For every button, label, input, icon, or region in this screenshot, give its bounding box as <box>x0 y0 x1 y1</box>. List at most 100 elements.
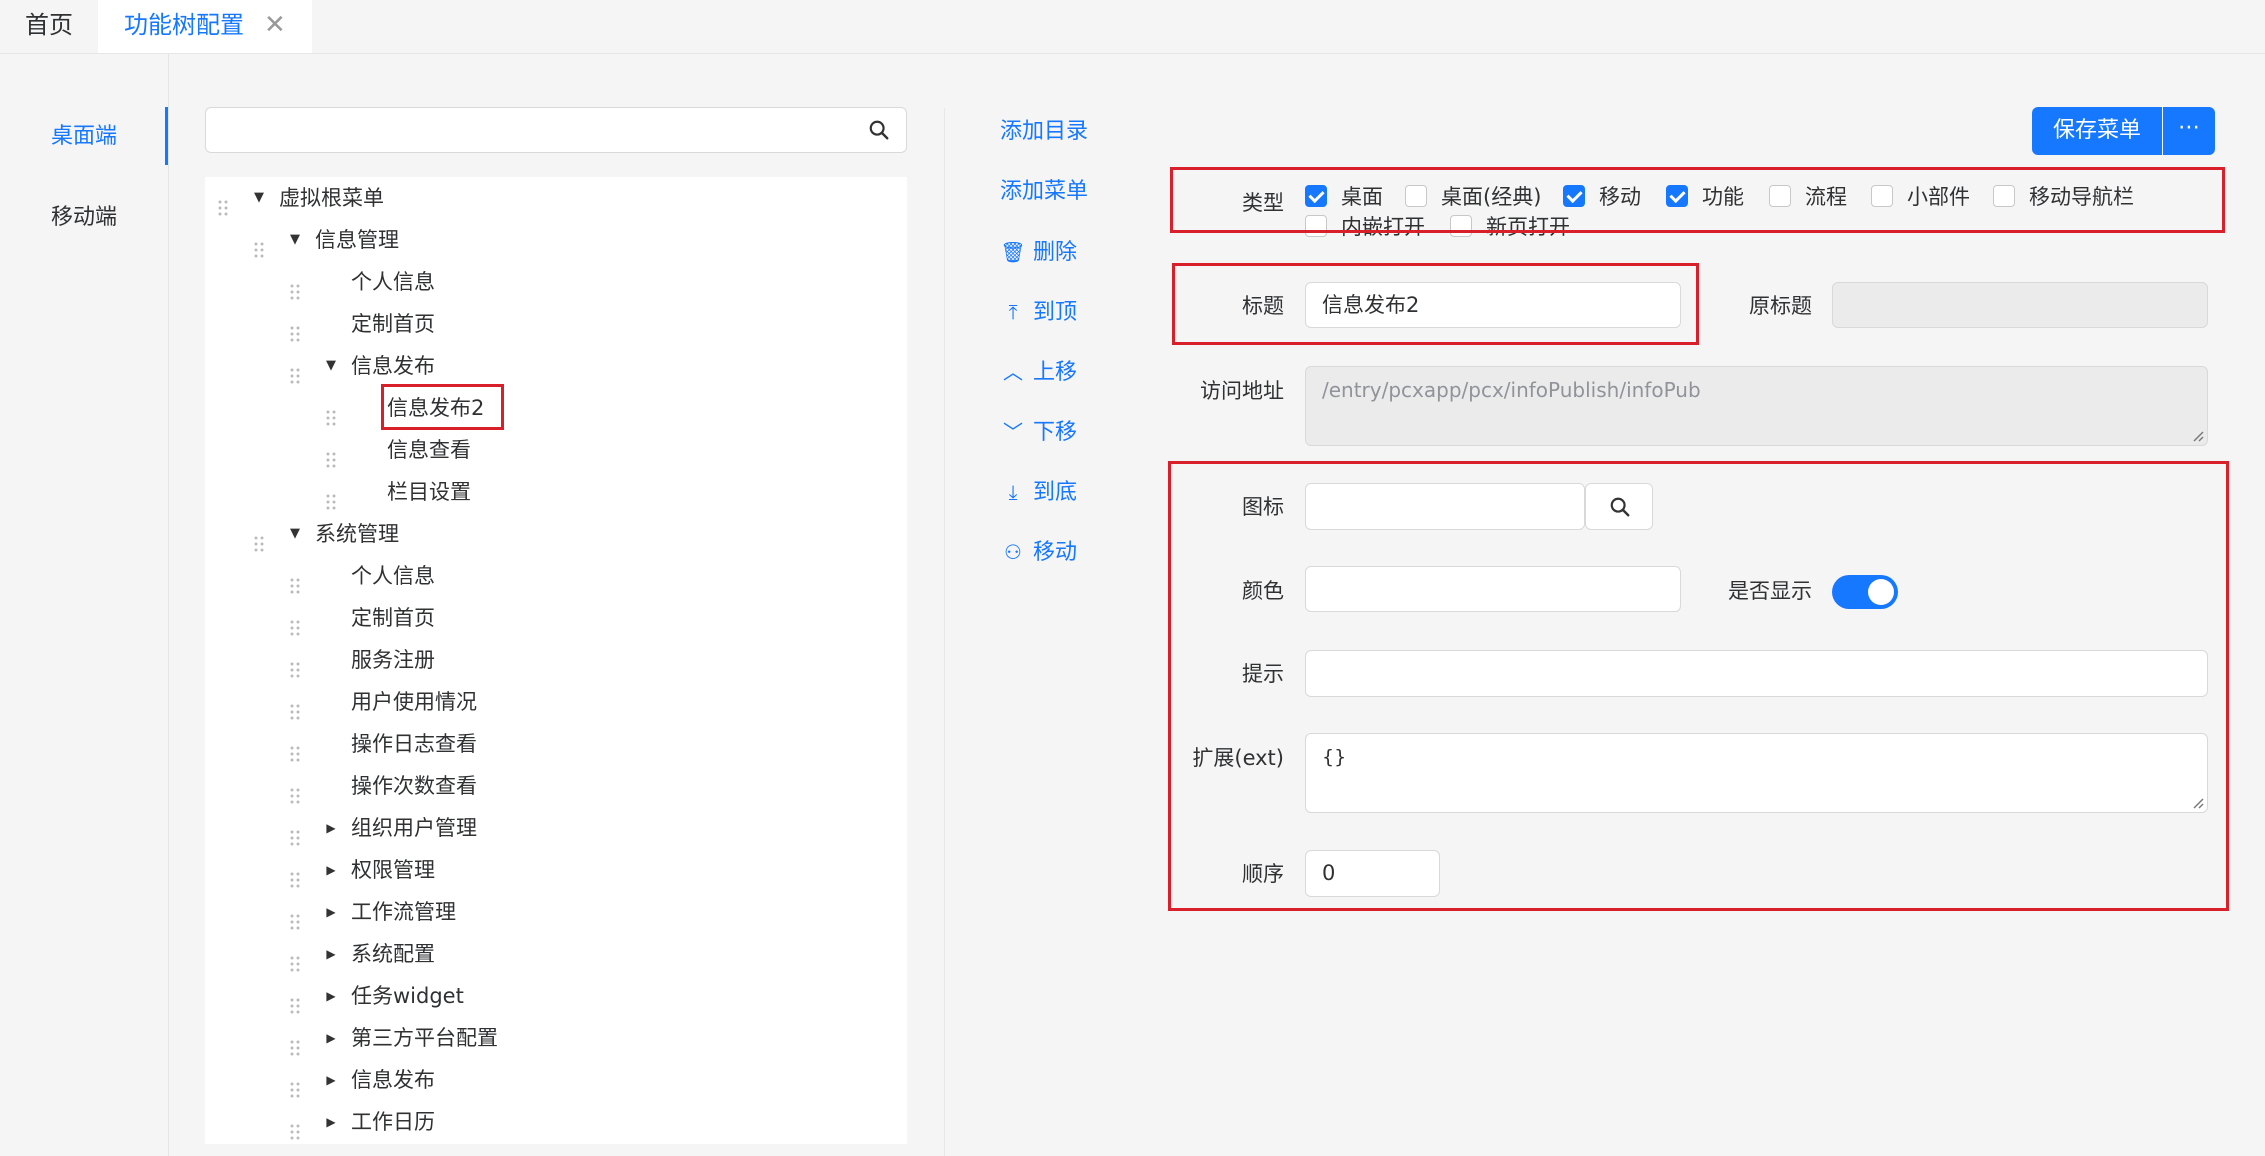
sidenav-item-desktop[interactable]: 桌面端 <box>0 97 168 177</box>
drag-handle-icon[interactable] <box>289 819 301 846</box>
tree-node-root[interactable]: ▼ 虚拟根菜单 <box>205 177 907 219</box>
close-icon[interactable]: ✕ <box>264 0 286 51</box>
tree-node-leaf[interactable]: 定制首页 <box>205 303 907 345</box>
tree-node-label: 系统配置 <box>351 942 435 966</box>
highlight-title-row <box>1172 263 1699 345</box>
tree-node-collapsed[interactable]: ▶ 信息发布 <box>205 1059 907 1101</box>
chevron-up-icon: ︿ <box>1003 360 1023 384</box>
move-up-label: 上移 <box>1033 360 1078 385</box>
tree-node-leaf[interactable]: 用户使用情况 <box>205 681 907 723</box>
search-input[interactable] <box>216 112 840 150</box>
tree-node-sys-mgmt[interactable]: ▼ 系统管理 <box>205 513 907 555</box>
tree-node-collapsed[interactable]: ▶ 权限管理 <box>205 849 907 891</box>
tree-node-collapsed[interactable]: ▶ 任务widget <box>205 975 907 1017</box>
move-button[interactable]: ⚇ 移动 <box>1000 536 1077 568</box>
tab-function-tree-config[interactable]: 功能树配置 ✕ <box>98 0 312 53</box>
tree-node-leaf[interactable]: 个人信息 <box>205 261 907 303</box>
side-nav: 桌面端 移动端 <box>0 54 169 1156</box>
tree-node-label: 个人信息 <box>351 270 435 294</box>
drag-handle-icon[interactable] <box>289 777 301 804</box>
tree-node-collapsed[interactable]: ▶ 第三方平台配置 <box>205 1017 907 1059</box>
caret-right-icon[interactable]: ▶ <box>321 933 341 975</box>
drag-handle-icon[interactable] <box>217 189 229 216</box>
caret-down-icon[interactable]: ▼ <box>285 513 305 555</box>
tree-node-label: 工作日历 <box>351 1110 435 1134</box>
resize-handle-icon[interactable] <box>2192 430 2204 442</box>
tab-label: 功能树配置 <box>124 11 244 39</box>
drag-handle-icon[interactable] <box>289 1071 301 1098</box>
tree-node-leaf[interactable]: 栏目设置 <box>205 471 907 513</box>
add-menu-button[interactable]: 添加菜单 <box>1000 176 1088 208</box>
drag-handle-icon[interactable] <box>289 567 301 594</box>
drag-handle-icon[interactable] <box>289 1029 301 1056</box>
caret-right-icon[interactable]: ▶ <box>321 1059 341 1101</box>
caret-right-icon[interactable]: ▶ <box>321 1101 341 1143</box>
tree-node-label: 定制首页 <box>351 606 435 630</box>
tree-node-leaf[interactable]: 定制首页 <box>205 597 907 639</box>
tree-node-label: 组织用户管理 <box>351 816 477 840</box>
tree-node-label: 服务注册 <box>351 648 435 672</box>
move-to-top-button[interactable]: ⤒ 到顶 <box>1000 296 1077 328</box>
sidenav-item-mobile[interactable]: 移动端 <box>0 178 168 258</box>
user-icon: ⚇ <box>1004 540 1022 564</box>
drag-handle-icon[interactable] <box>289 273 301 300</box>
search-icon[interactable] <box>868 119 890 141</box>
drag-handle-icon[interactable] <box>289 861 301 888</box>
url-label: 访问地址 <box>1200 379 1284 403</box>
tree-node-leaf[interactable]: 信息发布2 <box>205 387 907 429</box>
drag-handle-icon[interactable] <box>289 357 301 384</box>
caret-right-icon[interactable]: ▶ <box>321 1017 341 1059</box>
caret-right-icon[interactable]: ▶ <box>321 807 341 849</box>
drag-handle-icon[interactable] <box>289 987 301 1014</box>
tree-node-collapsed[interactable]: ▶ 工作流管理 <box>205 891 907 933</box>
tree-node-collapsed[interactable]: ▶ 组织用户管理 <box>205 807 907 849</box>
tree-node-collapsed[interactable]: ▶ 系统配置 <box>205 933 907 975</box>
tree-node-collapsed[interactable]: ▶ 工作日历 <box>205 1101 907 1143</box>
drag-handle-icon[interactable] <box>325 483 337 510</box>
tree-node-leaf[interactable]: 操作次数查看 <box>205 765 907 807</box>
tree-node-info-mgmt[interactable]: ▼ 信息管理 <box>205 219 907 261</box>
drag-handle-icon[interactable] <box>253 231 265 258</box>
move-up-button[interactable]: ︿ 上移 <box>1000 356 1077 388</box>
to-bottom-label: 到底 <box>1033 480 1078 505</box>
tree-node-label: 操作日志查看 <box>351 732 477 756</box>
tree-node-leaf[interactable]: 信息查看 <box>205 429 907 471</box>
move-to-bottom-button[interactable]: ⤓ 到底 <box>1000 476 1077 508</box>
drag-handle-icon[interactable] <box>289 315 301 342</box>
delete-button[interactable]: 🗑︎ 删除 <box>1000 236 1077 268</box>
drag-handle-icon[interactable] <box>289 903 301 930</box>
caret-right-icon[interactable]: ▶ <box>321 891 341 933</box>
tree-node-label: 信息发布 <box>351 1068 435 1092</box>
add-directory-button[interactable]: 添加目录 <box>1000 116 1088 148</box>
to-bottom-icon: ⤓ <box>1008 480 1018 504</box>
caret-down-icon[interactable]: ▼ <box>285 219 305 261</box>
caret-right-icon[interactable]: ▶ <box>321 975 341 1017</box>
original-title-label: 原标题 <box>1749 294 1812 318</box>
drag-handle-icon[interactable] <box>289 945 301 972</box>
caret-right-icon[interactable]: ▶ <box>321 849 341 891</box>
more-options-button[interactable]: ⋯ <box>2163 107 2215 155</box>
move-label: 移动 <box>1033 540 1078 565</box>
tree-node-leaf[interactable]: 个人信息 <box>205 555 907 597</box>
tree-node-leaf[interactable]: 操作日志查看 <box>205 723 907 765</box>
drag-handle-icon[interactable] <box>289 693 301 720</box>
drag-handle-icon[interactable] <box>289 651 301 678</box>
drag-handle-icon[interactable] <box>325 441 337 468</box>
caret-down-icon[interactable]: ▼ <box>249 177 269 219</box>
drag-handle-icon[interactable] <box>325 399 337 426</box>
tree-node-label: 用户使用情况 <box>351 690 477 714</box>
drag-handle-icon[interactable] <box>289 735 301 762</box>
caret-down-icon[interactable]: ▼ <box>321 345 341 387</box>
drag-handle-icon[interactable] <box>253 525 265 552</box>
drag-handle-icon[interactable] <box>289 1113 301 1140</box>
save-menu-button[interactable]: 保存菜单 <box>2032 107 2162 155</box>
to-top-label: 到顶 <box>1033 300 1078 325</box>
tree-node-leaf[interactable]: 服务注册 <box>205 639 907 681</box>
drag-handle-icon[interactable] <box>289 609 301 636</box>
tree-node-label: 信息管理 <box>315 228 399 252</box>
move-down-button[interactable]: ﹀ 下移 <box>1000 416 1077 448</box>
tree-node-label: 第三方平台配置 <box>351 1026 498 1050</box>
tree-node-info-publish[interactable]: ▼ 信息发布 <box>205 345 907 387</box>
tree-node-label: 任务widget <box>351 984 464 1008</box>
tab-home[interactable]: 首页 <box>0 0 98 53</box>
